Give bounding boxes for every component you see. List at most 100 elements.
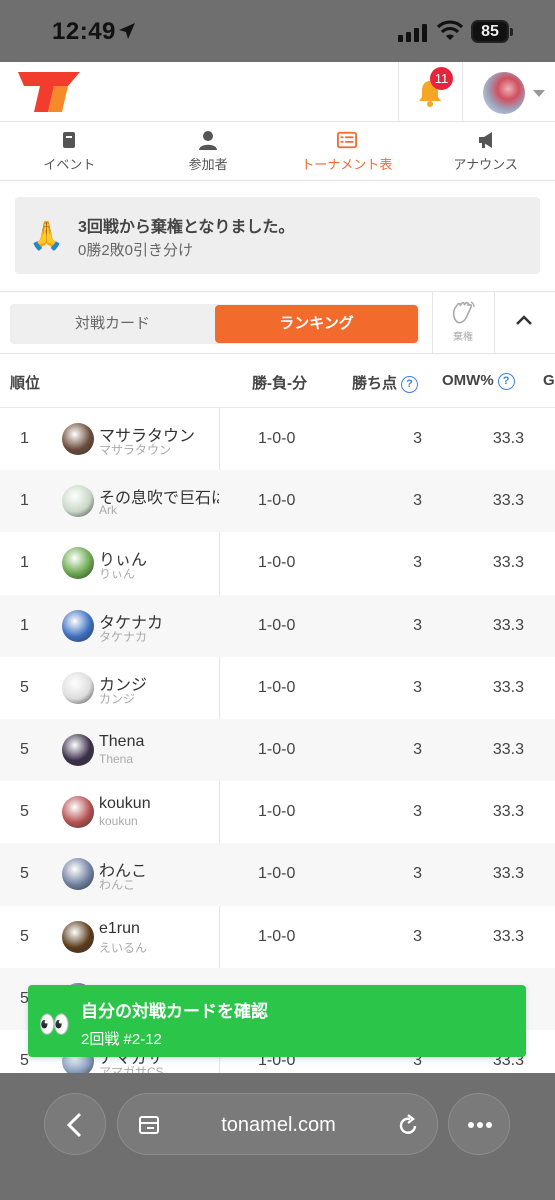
ranking-tab[interactable]: ランキング <box>215 305 418 343</box>
folded-hands-icon: 🙏 <box>29 220 64 251</box>
table-row[interactable]: 5 koukun koukun 1-0-0 3 33.3 <box>0 781 555 843</box>
tonamel-logo[interactable] <box>18 70 82 114</box>
omw-cell: 33.3 <box>492 740 524 758</box>
user-avatar[interactable] <box>483 72 525 114</box>
ranking-table: 順位 勝-負-分 勝ち点? OMW%? G 1 マサラタウン マサラタウン 1-0-0… <box>0 354 555 1092</box>
tab-label: トーナメント表 <box>301 157 393 172</box>
notice-title: 3回戦から棄権となりました。 <box>78 219 295 236</box>
cellular-signal-icon <box>398 22 427 42</box>
header-rank: 順位 <box>10 375 41 392</box>
rank-cell: 5 <box>20 740 29 758</box>
battery-indicator: 85 <box>471 20 513 43</box>
help-icon[interactable]: ? <box>401 376 419 393</box>
tab-event[interactable]: イベント <box>0 123 139 180</box>
player-sub-name: Thena <box>99 751 134 766</box>
points-cell: 3 <box>413 554 422 572</box>
browser-toolbar: tonamel.com <box>0 1073 555 1200</box>
ellipsis-icon <box>468 1122 492 1128</box>
event-icon <box>63 132 76 148</box>
toolbar-divider <box>432 292 433 355</box>
record-cell: 1-0-0 <box>258 492 296 510</box>
header-record: 勝-負-分 <box>252 375 307 392</box>
back-button[interactable] <box>44 1093 106 1155</box>
eyes-icon: 👀 <box>38 1009 71 1039</box>
player-sub-name: タケナカ <box>99 629 148 644</box>
banner-title: 自分の対戦カードを確認 <box>81 1002 268 1021</box>
record-cell: 1-0-0 <box>258 803 296 821</box>
event-nav-tabs: イベント 参加者 トーナメント表 アナウンス <box>0 123 555 181</box>
address-bar[interactable]: tonamel.com <box>117 1093 438 1155</box>
chevron-down-icon[interactable] <box>533 90 545 97</box>
player-sub-name: マサラタウン <box>99 443 172 457</box>
table-row[interactable]: 1 その息吹で巨石は Ark 1-0-0 3 33.3 <box>0 470 555 533</box>
player-avatar <box>62 920 94 953</box>
points-cell: 3 <box>413 927 422 945</box>
rank-cell: 1 <box>20 616 29 634</box>
tab-announcements[interactable]: アナウンス <box>416 123 555 180</box>
status-time: 12:49 <box>52 18 116 45</box>
table-row[interactable]: 5 Thena Thena 1-0-0 3 33.3 <box>0 718 555 782</box>
tab-label: アナウンス <box>453 157 518 172</box>
record-cell: 1-0-0 <box>258 865 296 883</box>
table-row[interactable]: 5 カンジ カンジ 1-0-0 3 33.3 <box>0 657 555 719</box>
player-avatar <box>62 858 94 891</box>
omw-cell: 33.3 <box>492 492 524 510</box>
player-avatar <box>62 423 94 455</box>
more-options-button[interactable] <box>448 1093 510 1155</box>
app-header: 11 <box>0 62 555 122</box>
match-cards-tab[interactable]: 対戦カード <box>10 304 215 344</box>
omw-cell: 33.3 <box>492 554 524 572</box>
rank-cell: 5 <box>20 803 29 821</box>
table-row[interactable]: 5 e1run えいるん 1-0-0 3 33.3 <box>0 906 555 968</box>
omw-cell: 33.3 <box>492 616 524 634</box>
header-points: 勝ち点? <box>352 372 419 393</box>
tab-tournament-bracket[interactable]: トーナメント表 <box>278 123 417 180</box>
view-segmented-control: 対戦カード ランキング <box>10 304 420 344</box>
omw-cell: 33.3 <box>492 865 524 883</box>
points-cell: 3 <box>413 803 422 821</box>
player-sub-name: りぃん <box>99 567 136 582</box>
record-cell: 1-0-0 <box>258 927 296 945</box>
player-avatar <box>62 547 94 580</box>
my-match-card-banner[interactable]: 👀 自分の対戦カードを確認 2回戦 #2-12 <box>28 985 526 1057</box>
table-header: 順位 勝-負-分 勝ち点? OMW%? G <box>0 354 555 408</box>
rank-cell: 5 <box>20 865 29 883</box>
player-avatar <box>62 671 94 704</box>
points-cell: 3 <box>413 616 422 634</box>
reload-icon[interactable] <box>396 1112 420 1138</box>
chevron-left-icon <box>66 1112 82 1138</box>
record-cell: 1-0-0 <box>258 430 296 447</box>
header-divider <box>462 62 463 122</box>
player-sub-name: えいるん <box>99 940 148 955</box>
points-cell: 3 <box>413 430 422 447</box>
help-icon[interactable]: ? <box>497 373 515 390</box>
omw-cell: 33.3 <box>492 803 524 821</box>
rank-cell: 5 <box>20 927 29 945</box>
table-row[interactable]: 1 りぃん りぃん 1-0-0 3 33.3 <box>0 532 555 594</box>
forfeit-button[interactable]: 棄権 <box>440 300 486 343</box>
status-bar: 12:49 85 <box>0 0 555 62</box>
forfeit-notice: 🙏 3回戦から棄権となりました。 0勝2敗0引き分け <box>15 197 540 274</box>
player-avatar <box>62 733 94 766</box>
player-avatar <box>62 485 94 518</box>
view-toggle-row: 対戦カード ランキング 棄権 <box>0 291 555 355</box>
rank-cell: 1 <box>20 492 29 510</box>
tab-participants[interactable]: 参加者 <box>139 123 278 180</box>
player-name: e1run <box>99 919 140 937</box>
player-avatar <box>62 796 94 829</box>
header-omw: OMW%? <box>442 372 515 390</box>
chevron-up-icon[interactable] <box>515 314 533 326</box>
table-row[interactable]: 1 タケナカ タケナカ 1-0-0 3 33.3 <box>0 594 555 657</box>
header-divider <box>398 62 399 122</box>
table-row[interactable]: 1 マサラタウン マサラタウン 1-0-0 3 33.3 <box>0 408 555 470</box>
waving-hand-icon <box>452 301 475 324</box>
wifi-icon <box>436 20 464 40</box>
notice-record: 0勝2敗0引き分け <box>78 242 194 259</box>
bracket-icon <box>336 131 357 149</box>
omw-cell: 33.3 <box>492 430 524 447</box>
url-text: tonamel.com <box>221 1114 336 1136</box>
table-row[interactable]: 5 わんこ わんこ 1-0-0 3 33.3 <box>0 843 555 906</box>
location-arrow-icon <box>119 23 135 39</box>
omw-cell: 33.3 <box>492 678 524 696</box>
toolbar-divider <box>494 292 495 355</box>
